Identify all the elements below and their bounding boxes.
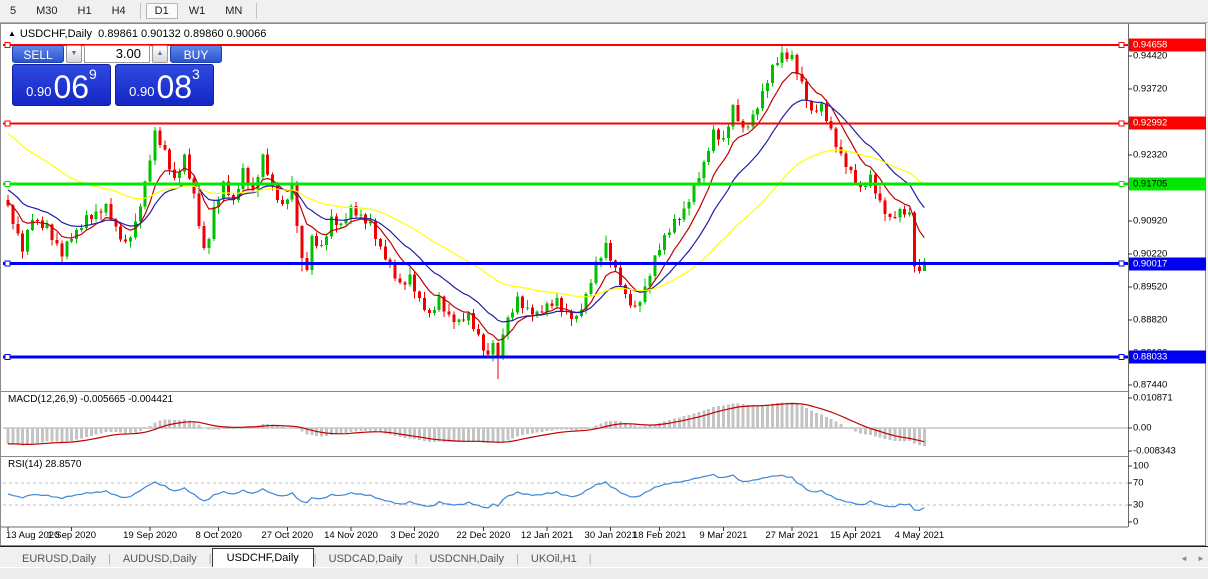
sell-price-main: 06 [53, 69, 90, 105]
volume-decrease-button[interactable]: ▼ [66, 45, 82, 63]
buy-price-base: 0.90 [129, 84, 155, 99]
tab-usdchf[interactable]: USDCHF,Daily [211, 548, 314, 568]
volume-increase-button[interactable]: ▲ [152, 45, 168, 63]
date-axis-label: 4 May 2021 [894, 530, 945, 541]
collapse-triangle-icon[interactable]: ▲ [8, 29, 16, 38]
rsi-value: 28.8570 [45, 459, 82, 470]
price-axis-tick: 0.93720 [1133, 83, 1168, 95]
timeframe-button-mn[interactable]: MN [216, 3, 251, 19]
price-level-tag[interactable]: 0.90017 [1129, 257, 1206, 271]
timeframe-button-w1[interactable]: W1 [180, 3, 215, 19]
macd-label: MACD(12,26,9) -0.005665 -0.004421 [8, 394, 173, 405]
price-level-tag[interactable]: 0.88033 [1129, 350, 1206, 364]
date-axis-label: 14 Nov 2020 [324, 530, 378, 541]
buy-price-main: 08 [156, 69, 193, 105]
price-axis-tick: 0.94420 [1133, 50, 1168, 62]
rsi-axis-tick: 0 [1133, 516, 1139, 528]
date-axis-label: 1 Sep 2020 [47, 530, 96, 541]
price-axis-tick: 0.90920 [1133, 215, 1168, 227]
rsi-label: RSI(14) 28.8570 [8, 459, 81, 470]
buy-button[interactable]: BUY [170, 45, 222, 63]
tab-scroll-right-icon[interactable]: ► [1197, 554, 1205, 563]
date-axis-label: 18 Feb 2021 [633, 530, 687, 541]
symbol-label: USDCHF,Daily [19, 28, 93, 40]
price-level-tag[interactable]: 0.94658 [1129, 38, 1206, 52]
date-axis-label: 27 Mar 2021 [765, 530, 819, 541]
rsi-name: RSI(14) [8, 459, 43, 470]
ohlc-values: 0.89861 0.90132 0.89860 0.90066 [98, 28, 267, 40]
timeframe-toolbar: 5 M30 H1 H4 D1 W1 MN [0, 0, 1208, 23]
buy-price-display[interactable]: 0.90 08 3 [115, 64, 214, 106]
buy-price-pip: 3 [192, 66, 200, 82]
chart-title: ▲ USDCHF,Daily 0.89861 0.90132 0.89860 0.… [8, 28, 266, 40]
tab-usdcad[interactable]: USDCAD,Daily [317, 551, 415, 568]
sell-button[interactable]: SELL [12, 45, 64, 63]
rsi-axis-tick: 30 [1133, 499, 1144, 511]
macd-axis-tick: 0.00 [1133, 422, 1152, 434]
date-axis-label: 22 Dec 2020 [456, 530, 511, 541]
price-axis-tick: 0.89520 [1133, 281, 1168, 293]
volume-input[interactable]: 3.00 [84, 45, 150, 63]
sell-price-pip: 9 [89, 66, 97, 82]
macd-axis-tick: 0.010871 [1133, 392, 1173, 404]
timeframe-button-h1[interactable]: H1 [69, 3, 101, 19]
date-axis-label: 9 Mar 2021 [699, 530, 748, 541]
sell-price-display[interactable]: 0.90 06 9 [12, 64, 111, 106]
date-axis-label: 12 Jan 2021 [520, 530, 574, 541]
toolbar-divider [139, 3, 141, 19]
macd-values: -0.005665 -0.004421 [80, 394, 174, 405]
timeframe-button-h4[interactable]: H4 [103, 3, 135, 19]
sell-price-base: 0.90 [26, 84, 52, 99]
date-axis-label: 19 Sep 2020 [123, 530, 178, 541]
tab-audusd[interactable]: AUDUSD,Daily [111, 551, 209, 568]
timeframe-button-5[interactable]: 5 [1, 3, 25, 19]
date-axis-label: 8 Oct 2020 [195, 530, 242, 541]
tab-ukoil[interactable]: UKOil,H1 [519, 551, 589, 568]
macd-axis-tick: -0.008343 [1133, 445, 1176, 457]
date-axis-label: 15 Apr 2021 [830, 530, 882, 541]
price-axis-tick: 0.92320 [1133, 149, 1168, 161]
tab-separator: | [588, 553, 592, 565]
chart-tab-bar: EURUSD,Daily | AUDUSD,Daily | USDCHF,Daily | U… [0, 546, 1208, 568]
tab-usdcnh[interactable]: USDCNH,Daily [417, 551, 516, 568]
price-level-tag[interactable]: 0.91705 [1129, 177, 1206, 191]
one-click-trade-panel: SELL ▼ 3.00 ▲ BUY 0.90 06 9 0.90 08 3 [12, 45, 222, 106]
rsi-axis-tick: 70 [1133, 477, 1144, 489]
tab-scroll-left-icon[interactable]: ◄ [1180, 554, 1188, 563]
price-axis-tick: 0.87440 [1133, 379, 1168, 391]
date-axis-label: 27 Oct 2020 [261, 530, 314, 541]
rsi-axis-tick: 100 [1133, 460, 1149, 472]
price-level-tag[interactable]: 0.92992 [1129, 116, 1206, 130]
macd-name: MACD(12,26,9) [8, 394, 78, 405]
bottom-strip [0, 567, 1208, 579]
price-axis-tick: 0.88820 [1133, 314, 1168, 326]
date-axis-label: 30 Jan 2021 [584, 530, 637, 541]
date-axis-label: 3 Dec 2020 [390, 530, 439, 541]
toolbar-divider [256, 3, 258, 19]
timeframe-button-d1[interactable]: D1 [145, 3, 178, 19]
tab-eurusd[interactable]: EURUSD,Daily [10, 551, 108, 568]
timeframe-button-m30[interactable]: M30 [27, 3, 66, 19]
